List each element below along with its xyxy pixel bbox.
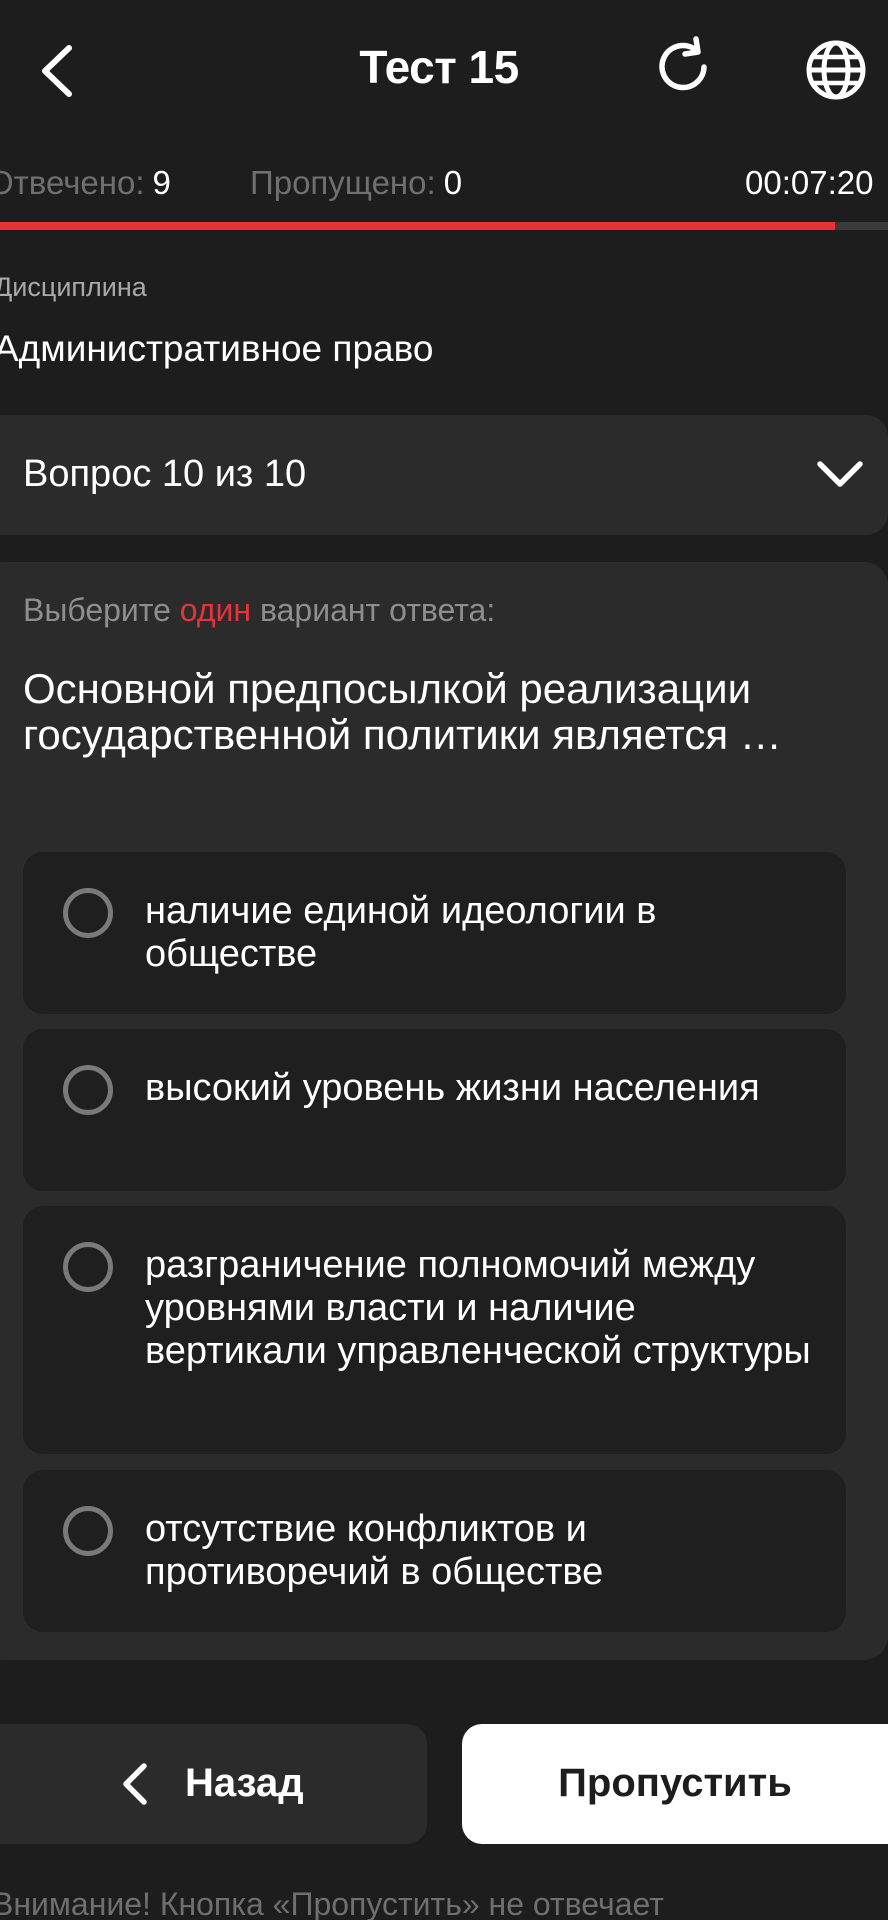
answer-option[interactable]: отсутствие конфликтов и противоречий в о…: [23, 1470, 846, 1632]
skip-warning-note: Внимание! Кнопка «Пропустить» не отвечае…: [0, 1886, 664, 1920]
back-button-label: Назад: [185, 1761, 304, 1805]
question-selector-label: Вопрос 10 из 10: [23, 453, 307, 495]
answer-option-text: разграничение полномочий между уровнями …: [145, 1244, 811, 1372]
answered-value: 9: [152, 164, 171, 201]
answered-stat: Отвечено: 9: [0, 164, 171, 202]
question-text: Основной предпосылкой реализации государ…: [23, 665, 782, 758]
test-stats: Отвечено: 9 Пропущено: 0 00:07:20: [0, 158, 888, 208]
answer-option-text: наличие единой идеологии в обществе: [145, 890, 657, 975]
question-card: Выберите один вариант ответа: Основной п…: [0, 562, 888, 1660]
app-header: Тест 15: [0, 0, 888, 140]
answer-option[interactable]: высокий уровень жизни населения: [23, 1029, 846, 1191]
hint-text-start: Выберите: [23, 592, 180, 628]
answer-option-text: высокий уровень жизни населения: [145, 1067, 760, 1109]
hint-text-end: вариант ответа:: [251, 592, 496, 628]
answer-hint: Выберите один вариант ответа:: [23, 592, 495, 629]
question-selector[interactable]: Вопрос 10 из 10: [0, 415, 888, 535]
radio-button[interactable]: [63, 1506, 113, 1556]
skip-button-label: Пропустить: [558, 1761, 792, 1805]
language-button[interactable]: [798, 32, 874, 108]
chevron-left-icon: [123, 1763, 147, 1805]
reload-icon: [659, 36, 707, 91]
skipped-value: 0: [443, 164, 463, 201]
timer: 00:07:20: [745, 164, 874, 201]
skipped-stat: Пропущено: 0: [250, 164, 462, 202]
answer-option-text: отсутствие конфликтов и противоречий в о…: [145, 1508, 604, 1593]
hint-accent: один: [179, 592, 252, 628]
skipped-label: Пропущено:: [250, 164, 436, 201]
answered-label: Отвечено:: [0, 164, 145, 201]
radio-button[interactable]: [63, 1065, 113, 1115]
radio-button[interactable]: [63, 1242, 113, 1292]
page-title: Тест 15: [359, 41, 519, 93]
back-button[interactable]: Назад: [0, 1724, 427, 1844]
progress-fill: [0, 222, 835, 230]
discipline-label: Дисциплина: [0, 272, 147, 302]
globe-icon: [806, 40, 866, 100]
chevron-down-icon: [817, 461, 863, 487]
answer-option[interactable]: разграничение полномочий между уровнями …: [23, 1206, 846, 1454]
discipline-value: Административное право: [0, 328, 434, 369]
skip-button[interactable]: Пропустить: [462, 1724, 888, 1844]
reload-button[interactable]: [648, 32, 718, 102]
progress-bar: [0, 222, 888, 230]
answer-option[interactable]: наличие единой идеологии в обществе: [23, 852, 846, 1014]
radio-button[interactable]: [63, 888, 113, 938]
test-screen: Тест 15 Отвечено: 9 Пропущено: 0 00:07:20: [0, 0, 888, 1920]
